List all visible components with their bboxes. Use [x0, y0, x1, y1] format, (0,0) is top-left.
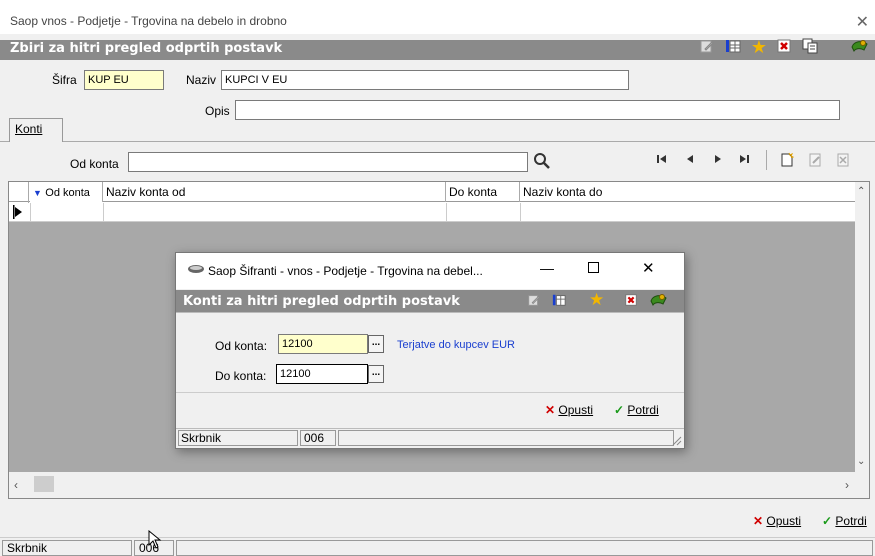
tab-konti[interactable]: Konti: [9, 118, 63, 142]
dialog-footer-divider: [176, 392, 684, 393]
opis-label: Opis: [205, 104, 230, 118]
dialog-exit-icon[interactable]: [650, 292, 668, 311]
confirm-check-icon: ✓: [822, 514, 833, 528]
dialog-confirm-button[interactable]: ✓ Potrdi: [614, 403, 659, 417]
filter-label: Od konta: [70, 157, 119, 171]
grid-icon[interactable]: [724, 38, 742, 56]
mouse-cursor-icon: [148, 529, 164, 550]
delete-record-icon[interactable]: [836, 152, 850, 171]
dialog-status-code: 006: [300, 430, 336, 446]
dialog-status-user: Skrbnik: [178, 430, 298, 446]
filter-input[interactable]: [128, 152, 528, 172]
last-record-icon[interactable]: [737, 152, 751, 169]
scroll-right-icon[interactable]: ›: [845, 478, 849, 492]
column-naziv-konta-od[interactable]: Naziv konta od: [103, 182, 446, 202]
status-user: Skrbnik: [2, 540, 132, 556]
window-close-button[interactable]: ✕: [856, 12, 869, 32]
opis-field[interactable]: [235, 100, 840, 120]
delete-icon[interactable]: [775, 38, 793, 56]
dialog-status-empty: [338, 430, 674, 446]
do-konta-field[interactable]: 12100: [276, 364, 368, 384]
naziv-field[interactable]: KUPCI V EU: [221, 70, 629, 90]
row-pointer-icon: [12, 205, 24, 219]
dialog-star-icon[interactable]: ★: [589, 290, 604, 310]
do-konta-label: Do konta:: [215, 369, 267, 383]
tab-divider: [0, 141, 875, 142]
copy-icon[interactable]: [801, 38, 819, 56]
dialog-header-title: Konti za hitri pregled odprtih postavk: [183, 294, 460, 309]
dialog-divider: [176, 312, 684, 313]
search-icon[interactable]: [533, 152, 551, 170]
dialog-edit-icon[interactable]: [527, 293, 541, 310]
dialog-cancel-button[interactable]: ✕ Opusti: [545, 403, 593, 417]
next-record-icon[interactable]: [711, 152, 725, 169]
resize-grip-icon[interactable]: [670, 434, 682, 446]
column-od-konta[interactable]: ▼ Od konta: [30, 182, 103, 202]
sifra-label: Šifra: [52, 73, 77, 87]
prev-record-icon[interactable]: [683, 152, 697, 169]
first-record-icon[interactable]: [655, 152, 669, 169]
new-record-icon[interactable]: [780, 152, 795, 171]
star-icon[interactable]: ★: [750, 38, 768, 56]
page-title: Zbiri za hitri pregled odprtih postavk: [10, 41, 283, 56]
horizontal-scrollbar[interactable]: [9, 472, 869, 498]
tab-konti-label: Konti: [15, 122, 43, 136]
sort-desc-icon: ▼: [33, 188, 42, 198]
cancel-button[interactable]: ✕ Opusti: [753, 514, 801, 528]
exit-icon[interactable]: [851, 38, 869, 56]
scroll-left-icon[interactable]: ‹: [14, 478, 18, 492]
window-title: Saop vnos - Podjetje - Trgovina na debel…: [10, 14, 287, 28]
dialog-cancel-x-icon: ✕: [545, 403, 556, 417]
dialog-close-button[interactable]: ✕: [642, 259, 655, 277]
dialog-confirm-check-icon: ✓: [614, 403, 625, 417]
dialog-delete-icon[interactable]: [624, 293, 638, 310]
do-konta-lookup-button[interactable]: ...: [368, 365, 384, 383]
vertical-scrollbar[interactable]: [855, 182, 869, 472]
dialog-maximize-button[interactable]: [588, 262, 599, 273]
cancel-x-icon: ✕: [753, 514, 764, 528]
sifra-field[interactable]: KUP EU: [84, 70, 164, 90]
od-konta-description: Terjatve do kupcev EUR: [397, 339, 515, 351]
column-naziv-konta-do[interactable]: Naziv konta do: [520, 182, 855, 202]
dialog-minimize-button[interactable]: —: [540, 260, 554, 276]
dialog-title: Saop Šifranti - vnos - Podjetje - Trgovi…: [208, 264, 483, 278]
dialog-app-icon: [187, 262, 205, 276]
od-konta-field[interactable]: 12100: [278, 334, 368, 354]
scroll-up-icon[interactable]: ⌃: [857, 186, 865, 197]
row-divider: [103, 203, 104, 222]
nav-separator: [766, 150, 767, 170]
row-divider: [30, 203, 31, 222]
confirm-button[interactable]: ✓ Potrdi: [822, 514, 867, 528]
scroll-down-icon[interactable]: ⌄: [857, 456, 865, 467]
table-row[interactable]: [9, 203, 855, 222]
od-konta-label: Od konta:: [215, 339, 268, 353]
column-do-konta[interactable]: Do konta: [446, 182, 520, 202]
naziv-label: Naziv: [186, 73, 217, 87]
dialog-grid-icon[interactable]: [552, 293, 566, 310]
row-divider: [520, 203, 521, 222]
edit-record-icon[interactable]: [808, 152, 822, 171]
row-divider: [446, 203, 447, 222]
od-konta-lookup-button[interactable]: ...: [368, 335, 384, 353]
status-empty: [176, 540, 873, 556]
scroll-thumb[interactable]: [34, 476, 54, 492]
edit-icon[interactable]: [698, 38, 716, 56]
